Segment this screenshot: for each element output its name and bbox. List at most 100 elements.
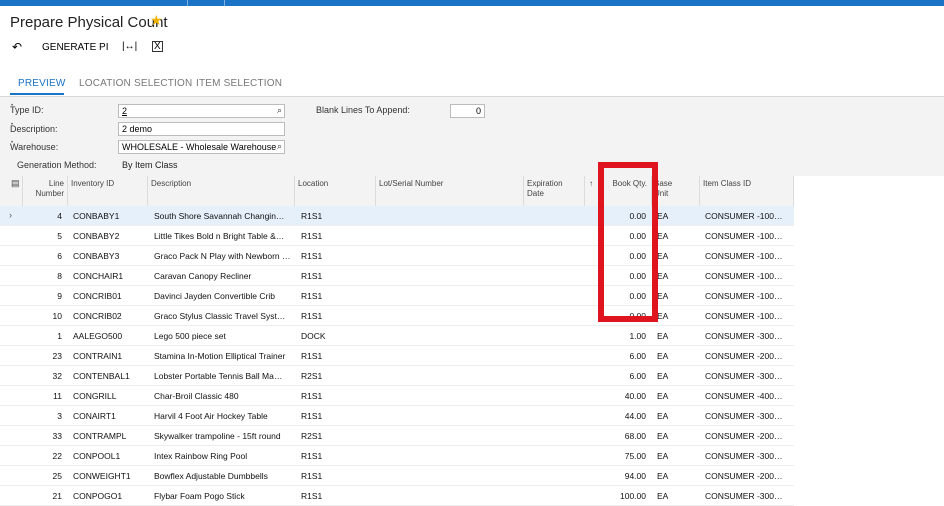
cell-book-qty: 6.00 bbox=[629, 351, 646, 361]
col-line-number[interactable]: Line Number bbox=[30, 179, 64, 199]
tab-preview[interactable]: PREVIEW bbox=[18, 78, 66, 89]
cell-location: R1S1 bbox=[301, 251, 323, 261]
cell-inventory-id: CONTENBAL1 bbox=[73, 371, 130, 381]
cell-location: R1S1 bbox=[301, 491, 323, 501]
cell-base-unit: EA bbox=[657, 491, 669, 501]
description-field[interactable]: 2 demo bbox=[118, 122, 285, 136]
filter-form: Type ID: 2 ⌕ Description: 2 demo Warehou… bbox=[0, 97, 944, 176]
table-row[interactable]: 5 CONBABY2 Little Tikes Bold n Bright Tabl… bbox=[0, 226, 794, 246]
undo-icon[interactable]: ↶ bbox=[12, 40, 22, 54]
cell-item-class-id: CONSUMER -100… bbox=[705, 231, 783, 241]
table-row[interactable]: 32 CONTENBAL1 Lobster Portable Tennis Ball… bbox=[0, 366, 794, 386]
required-marker: • bbox=[11, 140, 14, 146]
grid-settings-icon[interactable]: ▤ bbox=[11, 178, 20, 189]
cell-location: R1S1 bbox=[301, 291, 323, 301]
cell-location: R1S1 bbox=[301, 311, 323, 321]
cell-description: Lego 500 piece set bbox=[154, 331, 226, 341]
cell-book-qty: 44.00 bbox=[624, 411, 646, 421]
table-row[interactable]: 1 AALEGO500 Lego 500 piece set DOCK 1.00 EA CO… bbox=[0, 326, 794, 346]
type-id-value: 2 bbox=[122, 106, 128, 116]
cell-location: R1S1 bbox=[301, 451, 323, 461]
col-description[interactable]: Description bbox=[151, 179, 191, 189]
cell-inventory-id: CONPOOL1 bbox=[73, 451, 121, 461]
blank-lines-field[interactable]: 0 bbox=[450, 104, 485, 118]
cell-location: R1S1 bbox=[301, 411, 323, 421]
sort-arrow-icon[interactable]: ↑ bbox=[589, 179, 593, 189]
column-divider bbox=[699, 176, 700, 206]
warehouse-label: Warehouse: bbox=[10, 142, 59, 152]
table-row[interactable]: 21 CONPOGO1 Flybar Foam Pogo Stick R1S1 100.… bbox=[0, 486, 794, 506]
search-icon[interactable]: ⌕ bbox=[276, 141, 282, 152]
table-row[interactable]: 25 CONWEIGHT1 Bowflex Adjustable Dumbbells… bbox=[0, 466, 794, 486]
required-marker: • bbox=[11, 103, 14, 109]
table-row[interactable]: 10 CONCRIB02 Graco Stylus Classic Travel S… bbox=[0, 306, 794, 326]
column-divider bbox=[793, 176, 794, 206]
table-row[interactable]: 33 CONTRAMPL Skywalker trampoline - 15ft r… bbox=[0, 426, 794, 446]
cell-location: R2S1 bbox=[301, 431, 323, 441]
cell-description: Caravan Canopy Recliner bbox=[154, 271, 252, 281]
cell-inventory-id: CONGRILL bbox=[73, 391, 117, 401]
table-row[interactable]: 11 CONGRILL Char-Broil Classic 480 R1S1 40.0… bbox=[0, 386, 794, 406]
cell-location: R1S1 bbox=[301, 231, 323, 241]
cell-description: South Shore Savannah Changin… bbox=[154, 211, 285, 221]
cell-location: R1S1 bbox=[301, 391, 323, 401]
generate-pi-button[interactable]: GENERATE PI bbox=[42, 42, 109, 53]
cell-description: Graco Pack N Play with Newborn … bbox=[154, 251, 291, 261]
favorite-star-icon[interactable]: ★ bbox=[150, 12, 163, 29]
fit-columns-icon[interactable]: |↔| bbox=[122, 41, 137, 52]
cell-inventory-id: CONBABY1 bbox=[73, 211, 120, 221]
cell-location: R1S1 bbox=[301, 351, 323, 361]
col-base-unit[interactable]: Base Unit bbox=[654, 179, 682, 199]
col-location[interactable]: Location bbox=[298, 179, 328, 189]
cell-line-number: 6 bbox=[57, 251, 62, 261]
blank-lines-value: 0 bbox=[475, 106, 481, 116]
cell-inventory-id: CONTRAMPL bbox=[73, 431, 127, 441]
cell-line-number: 33 bbox=[52, 431, 62, 441]
column-divider bbox=[584, 176, 585, 206]
warehouse-field[interactable]: WHOLESALE - Wholesale Warehouse ⌕ bbox=[118, 140, 285, 154]
required-marker: • bbox=[11, 122, 14, 128]
table-row[interactable]: 22 CONPOOL1 Intex Rainbow Ring Pool R1S1 75.… bbox=[0, 446, 794, 466]
table-row[interactable]: 8 CONCHAIR1 Caravan Canopy Recliner R1S1 0.0… bbox=[0, 266, 794, 286]
column-divider bbox=[22, 176, 23, 206]
type-id-label: Type ID: bbox=[10, 105, 44, 115]
cell-base-unit: EA bbox=[657, 351, 669, 361]
cell-description: Lobster Portable Tennis Ball Ma… bbox=[154, 371, 283, 381]
cell-description: Graco Stylus Classic Travel Syst… bbox=[154, 311, 286, 321]
cell-base-unit: EA bbox=[657, 371, 669, 381]
tab-item-selection[interactable]: ITEM SELECTION bbox=[196, 78, 282, 89]
table-row[interactable]: 6 CONBABY3 Graco Pack N Play with Newborn … bbox=[0, 246, 794, 266]
cell-base-unit: EA bbox=[657, 211, 669, 221]
active-tab-indicator bbox=[10, 93, 64, 95]
export-excel-icon[interactable]: X bbox=[152, 41, 163, 52]
cell-location: R2S1 bbox=[301, 371, 323, 381]
col-lot-serial[interactable]: Lot/Serial Number bbox=[379, 179, 443, 189]
table-row[interactable]: 9 CONCRIB01 Davinci Jayden Convertible Cri… bbox=[0, 286, 794, 306]
cell-book-qty: 100.00 bbox=[620, 491, 646, 501]
cell-description: Bowflex Adjustable Dumbbells bbox=[154, 471, 268, 481]
cell-item-class-id: CONSUMER -200… bbox=[705, 431, 783, 441]
description-value: 2 demo bbox=[122, 124, 153, 134]
table-row[interactable]: 23 CONTRAIN1 Stamina In-Motion Elliptical … bbox=[0, 346, 794, 366]
col-expiration-date[interactable]: Expiration Date bbox=[527, 179, 571, 199]
page-title: Prepare Physical Count bbox=[10, 14, 168, 31]
tab-location-selection[interactable]: LOCATION SELECTION bbox=[79, 78, 192, 89]
type-id-field[interactable]: 2 ⌕ bbox=[118, 104, 285, 118]
cell-description: Intex Rainbow Ring Pool bbox=[154, 451, 248, 461]
col-item-class-id[interactable]: Item Class ID bbox=[703, 179, 751, 189]
table-row[interactable]: › 4 CONBABY1 South Shore Savannah Changin… R… bbox=[0, 206, 794, 226]
search-icon[interactable]: ⌕ bbox=[277, 105, 282, 116]
cell-location: R1S1 bbox=[301, 211, 323, 221]
cell-book-qty: 75.00 bbox=[624, 451, 646, 461]
col-inventory-id[interactable]: Inventory ID bbox=[71, 179, 114, 189]
cell-description: Char-Broil Classic 480 bbox=[154, 391, 239, 401]
table-row[interactable]: 3 CONAIRT1 Harvil 4 Foot Air Hockey Table R… bbox=[0, 406, 794, 426]
cell-item-class-id: CONSUMER -100… bbox=[705, 271, 783, 281]
cell-book-qty: 1.00 bbox=[629, 331, 646, 341]
cell-line-number: 5 bbox=[57, 231, 62, 241]
cell-line-number: 32 bbox=[52, 371, 62, 381]
cell-base-unit: EA bbox=[657, 451, 669, 461]
cell-line-number: 10 bbox=[52, 311, 62, 321]
cell-inventory-id: CONCRIB02 bbox=[73, 311, 122, 321]
row-selector-icon: › bbox=[9, 210, 12, 220]
